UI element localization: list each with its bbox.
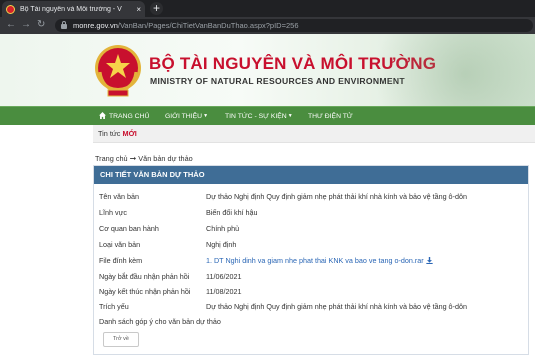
breadcrumb: Trang chủ ➞ Văn bản dự thảo [95, 154, 193, 163]
back-button[interactable]: Trở về [103, 332, 139, 347]
caret-down-icon: ▼ [287, 113, 293, 119]
detail-key: Loại văn bản [99, 240, 141, 249]
menu-item-email[interactable]: THƯ ĐIỆN TỬ [308, 107, 353, 126]
caret-down-icon: ▼ [203, 113, 209, 119]
menu-item-label: GIỚI THIỆU [165, 113, 203, 120]
detail-value: Dự thảo Nghị định Quy định giảm nhẹ phát… [206, 192, 467, 201]
menu-item-label: TIN TỨC - SỰ KIỆN [225, 113, 287, 120]
browser-tab[interactable]: Bộ Tài nguyên và Môi trường - V × [2, 1, 145, 17]
site-title: BỘ TÀI NGUYÊN VÀ MÔI TRƯỜNG [149, 54, 437, 73]
tab-close-icon[interactable]: × [136, 5, 141, 14]
detail-value: Chính phủ [206, 224, 240, 233]
detail-value: Nghị định [206, 240, 237, 249]
detail-key: Ngày bắt đầu nhận phản hồi [99, 272, 190, 281]
url-text[interactable]: monre.gov.vn/VanBan/Pages/ChiTietVanBanD… [73, 21, 299, 30]
detail-key: Ngày kết thúc nhận phản hồi [99, 287, 191, 296]
url-path: /VanBan/Pages/ChiTietVanBanDuThao.aspx?p… [117, 21, 299, 30]
detail-value: 11/06/2021 [206, 272, 242, 281]
breadcrumb-current: Văn bản dự thảo [138, 154, 193, 163]
detail-value: 1. DT Nghi dinh va giam nhe phat thai KN… [206, 256, 433, 265]
download-icon[interactable] [425, 257, 433, 264]
site-subtitle: MINISTRY OF NATURAL RESOURCES AND ENVIRO… [150, 76, 405, 86]
address-bar[interactable]: monre.gov.vn/VanBan/Pages/ChiTietVanBanD… [55, 19, 533, 32]
menu-item-home[interactable]: TRANG CHỦ [99, 107, 149, 126]
detail-key: Cơ quan ban hành [99, 224, 159, 233]
site-banner: BỘ TÀI NGUYÊN VÀ MÔI TRƯỜNG MINISTRY OF … [0, 34, 535, 106]
reload-icon[interactable]: ↻ [37, 19, 45, 31]
url-domain: monre.gov.vn [73, 21, 118, 30]
arrow-right-icon: ➞ [129, 154, 137, 163]
news-ticker: Tin tức MỚI [93, 125, 535, 143]
document-detail-panel: CHI TIẾT VĂN BẢN DỰ THẢO Tên văn bản Dự … [93, 165, 529, 355]
news-new-badge: MỚI [122, 129, 137, 138]
detail-key: Lĩnh vực [99, 208, 127, 217]
detail-key: Danh sách góp ý cho văn bản dự thảo [99, 317, 221, 326]
detail-value: Biến đổi khí hậu [206, 208, 258, 217]
menu-item-label: TRANG CHỦ [109, 113, 150, 120]
main-menu: TRANG CHỦ GIỚI THIỆU▼ TIN TỨC - SỰ KIỆN▼… [0, 106, 535, 125]
menu-item-news-events[interactable]: TIN TỨC - SỰ KIỆN▼ [225, 107, 293, 126]
attachment-link[interactable]: 1. DT Nghi dinh va giam nhe phat thai KN… [206, 256, 424, 265]
browser-toolbar: ← → ↻ monre.gov.vn/VanBan/Pages/ChiTietV… [0, 17, 535, 34]
news-label: Tin tức MỚI [98, 129, 137, 138]
breadcrumb-home-link[interactable]: Trang chủ [95, 154, 128, 163]
menu-item-label: THƯ ĐIỆN TỬ [308, 113, 353, 120]
news-label-text: Tin tức [98, 129, 121, 138]
panel-header: CHI TIẾT VĂN BẢN DỰ THẢO [94, 166, 528, 184]
detail-key: File đính kèm [99, 256, 143, 265]
site-favicon-icon [6, 4, 15, 14]
browser-tab-strip: Bộ Tài nguyên và Môi trường - V × + [0, 0, 535, 17]
menu-item-about[interactable]: GIỚI THIỆU▼ [165, 107, 208, 126]
detail-value: Dự thảo Nghị định Quy định giảm nhẹ phát… [206, 302, 467, 311]
forward-arrow-icon[interactable]: → [21, 19, 31, 31]
tab-title: Bộ Tài nguyên và Môi trường - V [20, 5, 122, 13]
detail-value: 11/08/2021 [206, 287, 242, 296]
detail-key: Tên văn bản [99, 192, 139, 201]
lock-icon[interactable] [61, 21, 67, 29]
back-arrow-icon[interactable]: ← [6, 19, 16, 31]
national-emblem-icon [95, 45, 141, 97]
home-icon [99, 112, 106, 119]
new-tab-button[interactable]: + [150, 2, 163, 15]
detail-key: Trích yếu [99, 302, 129, 311]
